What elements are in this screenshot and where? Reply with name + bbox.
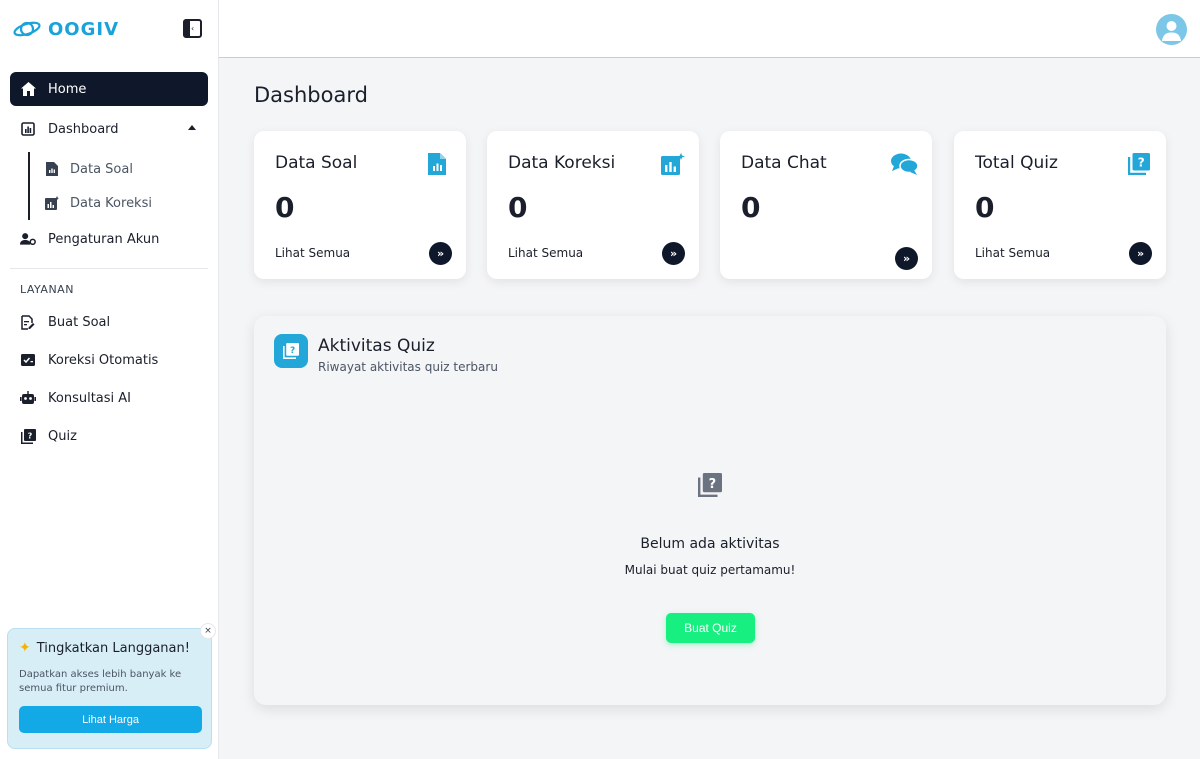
card-value: 0	[508, 191, 528, 224]
checklist-icon	[20, 352, 36, 368]
view-all-link[interactable]: Lihat Semua	[508, 246, 583, 260]
sidebar-item-account[interactable]: Pengaturan Akun	[10, 222, 208, 256]
svg-text:?: ?	[27, 431, 32, 440]
view-all-link[interactable]: Lihat Semua	[975, 246, 1050, 260]
double-chevron-right-icon[interactable]: »	[895, 247, 918, 270]
sidebar-item-data-soal[interactable]: Data Soal	[38, 152, 208, 186]
promo-title: ✦ Tingkatkan Langganan!	[19, 640, 200, 656]
close-icon[interactable]: ×	[200, 623, 216, 639]
sidebar-item-koreksi-otomatis[interactable]: Koreksi Otomatis	[10, 344, 208, 376]
quiz-book-icon: ?	[1128, 153, 1150, 175]
file-chart-icon	[428, 153, 450, 175]
sidebar-item-label: Buat Soal	[48, 314, 111, 330]
activity-title: Aktivitas Quiz	[318, 336, 435, 356]
chart-box-icon	[20, 121, 36, 137]
dashboard-subnav: Data Soal Data Koreksi	[28, 152, 208, 220]
view-pricing-button[interactable]: Lihat Harga	[19, 706, 202, 733]
sidebar-item-label: Data Koreksi	[70, 195, 152, 211]
sidebar-item-label: Quiz	[48, 428, 77, 444]
create-quiz-button[interactable]: Buat Quiz	[666, 613, 755, 643]
empty-state-title: Belum ada aktivitas	[640, 536, 780, 552]
svg-text:?: ?	[709, 477, 717, 492]
sidebar-item-label: Konsultasi AI	[48, 390, 132, 406]
sidebar-item-label: Data Soal	[70, 161, 133, 177]
quiz-book-icon: ?	[20, 428, 36, 444]
quiz-activity-panel: ? Aktivitas Quiz Riwayat aktivitas quiz …	[254, 316, 1166, 705]
chart-sparkle-icon	[44, 195, 60, 211]
page-title: Dashboard	[254, 83, 368, 107]
double-chevron-right-icon[interactable]: »	[429, 242, 452, 265]
section-label: LAYANAN	[20, 283, 74, 296]
svg-text:?: ?	[1138, 156, 1145, 170]
sidebar-item-label: Koreksi Otomatis	[48, 352, 159, 368]
file-edit-icon	[20, 314, 36, 330]
card-value: 0	[975, 191, 995, 224]
activity-subtitle: Riwayat aktivitas quiz terbaru	[318, 360, 498, 374]
brand-logo-icon[interactable]	[12, 17, 42, 41]
sidebar-collapse-icon[interactable]: ‹	[183, 19, 202, 38]
user-gear-icon	[20, 231, 36, 247]
card-value: 0	[741, 191, 761, 224]
card-value: 0	[275, 191, 295, 224]
card-total-quiz: Total Quiz ? 0 Lihat Semua »	[954, 131, 1166, 279]
sidebar-item-label: Dashboard	[48, 121, 119, 137]
quiz-book-icon: ?	[698, 473, 722, 497]
sidebar-item-home[interactable]: Home	[10, 72, 208, 106]
card-label: Data Chat	[741, 153, 827, 173]
sidebar-item-label: Pengaturan Akun	[48, 231, 160, 247]
main-content: Dashboard Data Soal 0 Lihat Semua » Data…	[219, 59, 1200, 759]
sidebar-item-konsultasi-ai[interactable]: Konsultasi AI	[10, 382, 208, 414]
topbar	[219, 0, 1200, 58]
promo-text: Dapatkan akses lebih banyak ke semua fit…	[19, 669, 182, 694]
brand: OOGIV ‹	[0, 0, 218, 58]
sidebar-item-buat-soal[interactable]: Buat Soal	[10, 306, 208, 338]
brand-name[interactable]: OOGIV	[48, 19, 119, 40]
promo-title-text: Tingkatkan Langganan!	[36, 640, 190, 656]
double-chevron-right-icon[interactable]: »	[662, 242, 685, 265]
svg-text:?: ?	[290, 346, 295, 356]
chart-sparkle-icon	[661, 153, 685, 175]
sidebar: OOGIV ‹ Home Dashboard Data Soal Data Ko…	[0, 0, 219, 759]
sidebar-item-quiz[interactable]: ? Quiz	[10, 420, 208, 452]
file-icon	[44, 161, 60, 177]
view-all-link[interactable]: Lihat Semua	[275, 246, 350, 260]
card-label: Data Koreksi	[508, 153, 616, 173]
card-label: Total Quiz	[975, 153, 1058, 173]
caret-up-icon[interactable]	[188, 125, 196, 130]
sidebar-nav: Home Dashboard Data Soal Data Koreksi Pe…	[0, 58, 218, 452]
sidebar-divider	[10, 268, 208, 269]
card-data-chat: Data Chat 0 »	[720, 131, 932, 279]
sparkle-icon: ✦	[19, 640, 31, 656]
upgrade-promo: × ✦ Tingkatkan Langganan! Dapatkan akses…	[7, 623, 216, 749]
home-icon	[20, 81, 36, 97]
card-label: Data Soal	[275, 153, 358, 173]
user-avatar-icon[interactable]	[1156, 14, 1187, 45]
empty-state-subtitle: Mulai buat quiz pertamamu!	[624, 563, 796, 577]
robot-icon	[20, 390, 36, 406]
card-data-soal: Data Soal 0 Lihat Semua »	[254, 131, 466, 279]
sidebar-item-label: Home	[48, 81, 87, 97]
card-data-koreksi: Data Koreksi 0 Lihat Semua »	[487, 131, 699, 279]
sidebar-item-dashboard[interactable]: Dashboard	[10, 112, 208, 146]
quiz-book-icon: ?	[274, 334, 308, 368]
double-chevron-right-icon[interactable]: »	[1129, 242, 1152, 265]
sidebar-item-data-koreksi[interactable]: Data Koreksi	[38, 186, 208, 220]
chat-bubbles-icon	[891, 153, 919, 175]
